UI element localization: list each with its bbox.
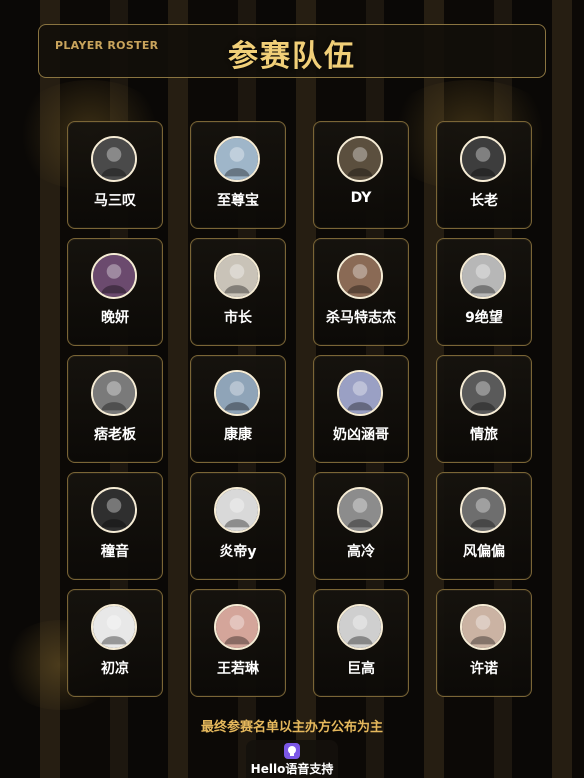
player-card[interactable]: 马三叹 [67,121,163,229]
player-name: 马三叹 [94,193,136,209]
avatar-icon [214,487,260,533]
support-badge: Hello语音支持 [246,740,338,778]
player-card[interactable]: 9绝望 [436,238,532,346]
player-card[interactable]: 穜音 [67,472,163,580]
player-name: 穜音 [101,544,129,560]
avatar-icon [91,604,137,650]
player-card[interactable]: 市长 [190,238,286,346]
player-card[interactable]: 杀马特志杰 [313,238,409,346]
player-name: 市长 [224,310,252,326]
support-label: Hello语音支持 [250,762,334,776]
avatar-icon [337,136,383,182]
avatar-icon [91,487,137,533]
player-card[interactable]: 高冷 [313,472,409,580]
player-name: 王若琳 [217,661,259,677]
player-card[interactable]: 康康 [190,355,286,463]
player-card[interactable]: 炎帝y [190,472,286,580]
avatar-icon [214,136,260,182]
player-card[interactable]: 情旅 [436,355,532,463]
player-name: 痞老板 [94,427,136,443]
player-card[interactable]: DY [313,121,409,229]
player-name: 至尊宝 [217,193,259,209]
player-card[interactable]: 长老 [436,121,532,229]
disclaimer-note: 最终参赛名单以主办方公布为主 [200,720,383,735]
player-card[interactable]: 风偏偏 [436,472,532,580]
avatar-icon [460,370,506,416]
avatar-icon [91,253,137,299]
player-name: 风偏偏 [463,544,505,560]
player-name: 情旅 [470,427,498,443]
player-name: 9绝望 [465,310,503,326]
avatar-icon [337,370,383,416]
roster-header: PLAYER ROSTER 参赛队伍 [38,24,546,78]
player-card[interactable]: 巨高 [313,589,409,697]
player-card[interactable]: 奶凶涵哥 [313,355,409,463]
player-name: 长老 [470,193,498,209]
player-name: 炎帝y [219,544,257,560]
avatar-icon [337,487,383,533]
avatar-icon [214,370,260,416]
player-name: 许诺 [470,661,498,677]
avatar-icon [460,253,506,299]
avatar-icon [460,604,506,650]
player-card[interactable]: 至尊宝 [190,121,286,229]
player-name: 晚妍 [101,310,129,326]
player-card[interactable]: 痞老板 [67,355,163,463]
player-name: 巨高 [347,661,375,677]
avatar-icon [337,253,383,299]
player-card[interactable]: 许诺 [436,589,532,697]
avatar-icon [337,604,383,650]
player-name: 康康 [224,427,252,443]
player-card[interactable]: 初凉 [67,589,163,697]
avatar-icon [214,604,260,650]
avatar-icon [214,253,260,299]
avatar-icon [91,136,137,182]
hello-app-icon [284,743,300,759]
player-name: 高冷 [347,544,375,560]
player-name: DY [350,190,372,206]
player-name: 奶凶涵哥 [333,427,389,443]
avatar-icon [91,370,137,416]
player-name: 初凉 [101,661,129,677]
player-card[interactable]: 晚妍 [67,238,163,346]
avatar-icon [460,136,506,182]
roster-title: 参赛队伍 [228,39,356,74]
player-card[interactable]: 王若琳 [190,589,286,697]
player-name: 杀马特志杰 [326,310,396,326]
avatar-icon [460,487,506,533]
